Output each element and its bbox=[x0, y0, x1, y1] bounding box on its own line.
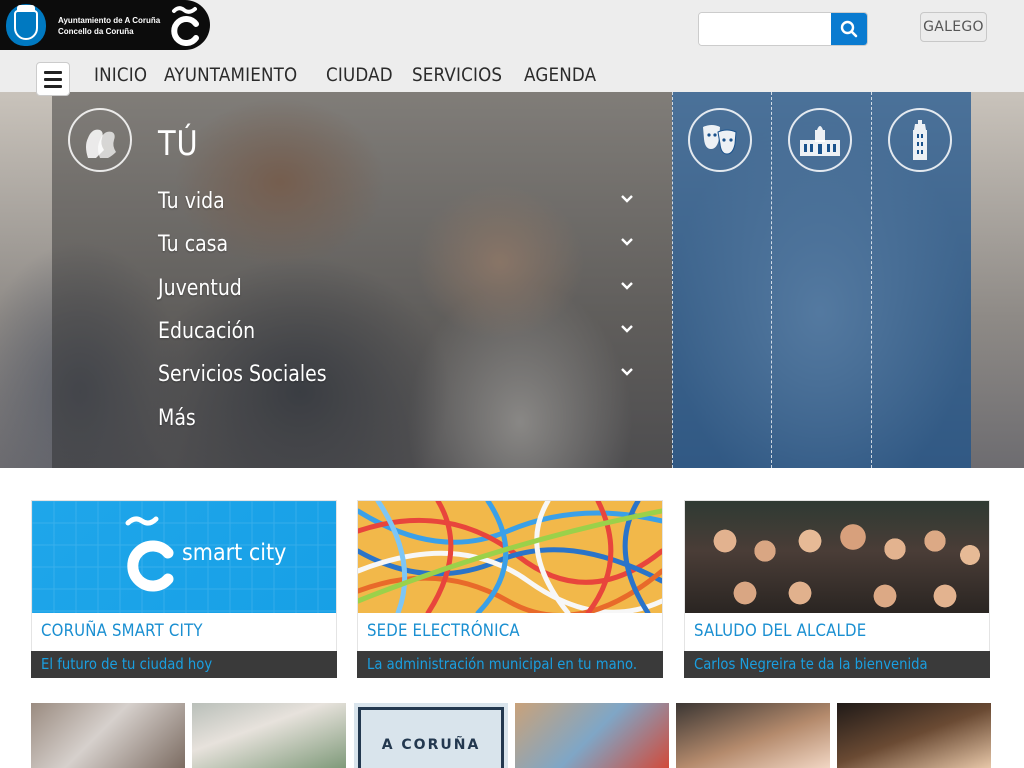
hero-item-tu-casa[interactable]: Tu casa bbox=[158, 223, 648, 266]
hero-item-servicios-sociales[interactable]: Servicios Sociales bbox=[158, 353, 648, 396]
hero-banner: TÚ Tu vida Tu casa Juventud Educación Se… bbox=[0, 92, 1024, 468]
logo-line-2: Concello da Coruña bbox=[58, 27, 134, 36]
logo-line-1: Ayuntamiento de A Coruña bbox=[58, 16, 161, 25]
thumbnail-runner-image[interactable] bbox=[31, 703, 185, 768]
thumbnail-aerial-image[interactable] bbox=[192, 703, 346, 768]
hero-title: TÚ bbox=[158, 124, 199, 164]
thumbnail-basketball-image[interactable] bbox=[515, 703, 669, 768]
divider bbox=[771, 92, 772, 468]
nav-item-ciudad[interactable]: CIUDAD bbox=[326, 64, 393, 86]
search-icon bbox=[840, 20, 858, 38]
people-profile-icon[interactable] bbox=[68, 108, 132, 172]
hero-item-label: Tu vida bbox=[158, 189, 225, 215]
hero-item-mas[interactable]: Más bbox=[158, 396, 648, 439]
card-saludo-alcalde[interactable]: SALUDO DEL ALCALDE Carlos Negreira te da… bbox=[684, 500, 990, 678]
hero-item-educacion[interactable]: Educación bbox=[158, 310, 648, 353]
search-button[interactable] bbox=[831, 13, 867, 45]
nav-item-agenda[interactable]: AGENDA bbox=[524, 64, 596, 86]
card-title: CORUÑA SMART CITY bbox=[41, 621, 203, 641]
site-header: Ayuntamiento de A Coruña Concello da Cor… bbox=[0, 0, 1024, 92]
card-sede-electronica[interactable]: SEDE ELECTRÓNICA La administración munic… bbox=[357, 500, 663, 678]
chevron-down-icon bbox=[621, 325, 633, 333]
tower-icon[interactable] bbox=[888, 108, 952, 172]
card-subtitle: La administración municipal en tu mano. bbox=[357, 651, 663, 678]
card-title: SEDE ELECTRÓNICA bbox=[367, 621, 520, 641]
chevron-down-icon bbox=[621, 238, 633, 246]
nav-item-inicio[interactable]: INICIO bbox=[94, 64, 147, 86]
hero-item-juventud[interactable]: Juventud bbox=[158, 267, 648, 310]
logo-text: Ayuntamiento de A Coruña Concello da Cor… bbox=[58, 15, 160, 37]
card-subtitle: Carlos Negreira te da la bienvenida bbox=[684, 651, 990, 678]
city-hall-icon[interactable] bbox=[788, 108, 852, 172]
thumbnail-a-coruna-brand[interactable]: A CORUÑA bbox=[354, 703, 508, 768]
card-subtitle: El futuro de tu ciudad hoy bbox=[31, 651, 337, 678]
chevron-down-icon bbox=[621, 368, 633, 376]
card-smart-city[interactable]: smart city CORUÑA SMART CITY El futuro d… bbox=[31, 500, 337, 678]
site-logo[interactable]: Ayuntamiento de A Coruña Concello da Cor… bbox=[0, 0, 210, 50]
thumbnail-hands-image[interactable] bbox=[837, 703, 991, 768]
chevron-down-icon bbox=[621, 281, 633, 290]
theater-masks-icon[interactable] bbox=[688, 108, 752, 172]
thumbnail-text: A CORUÑA bbox=[381, 737, 481, 753]
divider bbox=[871, 92, 872, 468]
thumbnail-people-phones-image[interactable] bbox=[676, 703, 830, 768]
coat-of-arms-icon bbox=[6, 4, 46, 46]
crowd-photo-image bbox=[685, 501, 989, 613]
hero-item-label: Juventud bbox=[158, 275, 242, 301]
nav-item-servicios[interactable]: SERVICIOS bbox=[412, 64, 502, 86]
main-nav: INICIO AYUNTAMIENTO CIUDAD SERVICIOS AGE… bbox=[94, 64, 597, 86]
hero-item-label: Servicios Sociales bbox=[158, 362, 327, 388]
hero-item-tu-vida[interactable]: Tu vida bbox=[158, 180, 648, 223]
cables-image bbox=[358, 501, 662, 613]
smart-city-text: smart city bbox=[182, 540, 287, 566]
chevron-down-icon bbox=[621, 195, 633, 203]
search-input[interactable] bbox=[699, 13, 833, 45]
hamburger-icon bbox=[44, 70, 62, 74]
nav-item-ayuntamiento[interactable]: AYUNTAMIENTO bbox=[164, 64, 297, 86]
card-image: smart city bbox=[32, 501, 336, 613]
hero-menu-list: Tu vida Tu casa Juventud Educación Servi… bbox=[158, 180, 648, 440]
divider bbox=[672, 92, 673, 468]
coruna-c-logo-icon bbox=[171, 6, 199, 46]
search-box bbox=[698, 12, 868, 46]
hero-item-label: Tu casa bbox=[158, 232, 229, 258]
hamburger-menu-button[interactable] bbox=[36, 62, 70, 96]
hero-item-label: Más bbox=[158, 405, 196, 431]
language-button[interactable]: GALEGO bbox=[920, 12, 987, 42]
hero-item-label: Educación bbox=[158, 319, 256, 345]
card-title: SALUDO DEL ALCALDE bbox=[694, 621, 867, 641]
